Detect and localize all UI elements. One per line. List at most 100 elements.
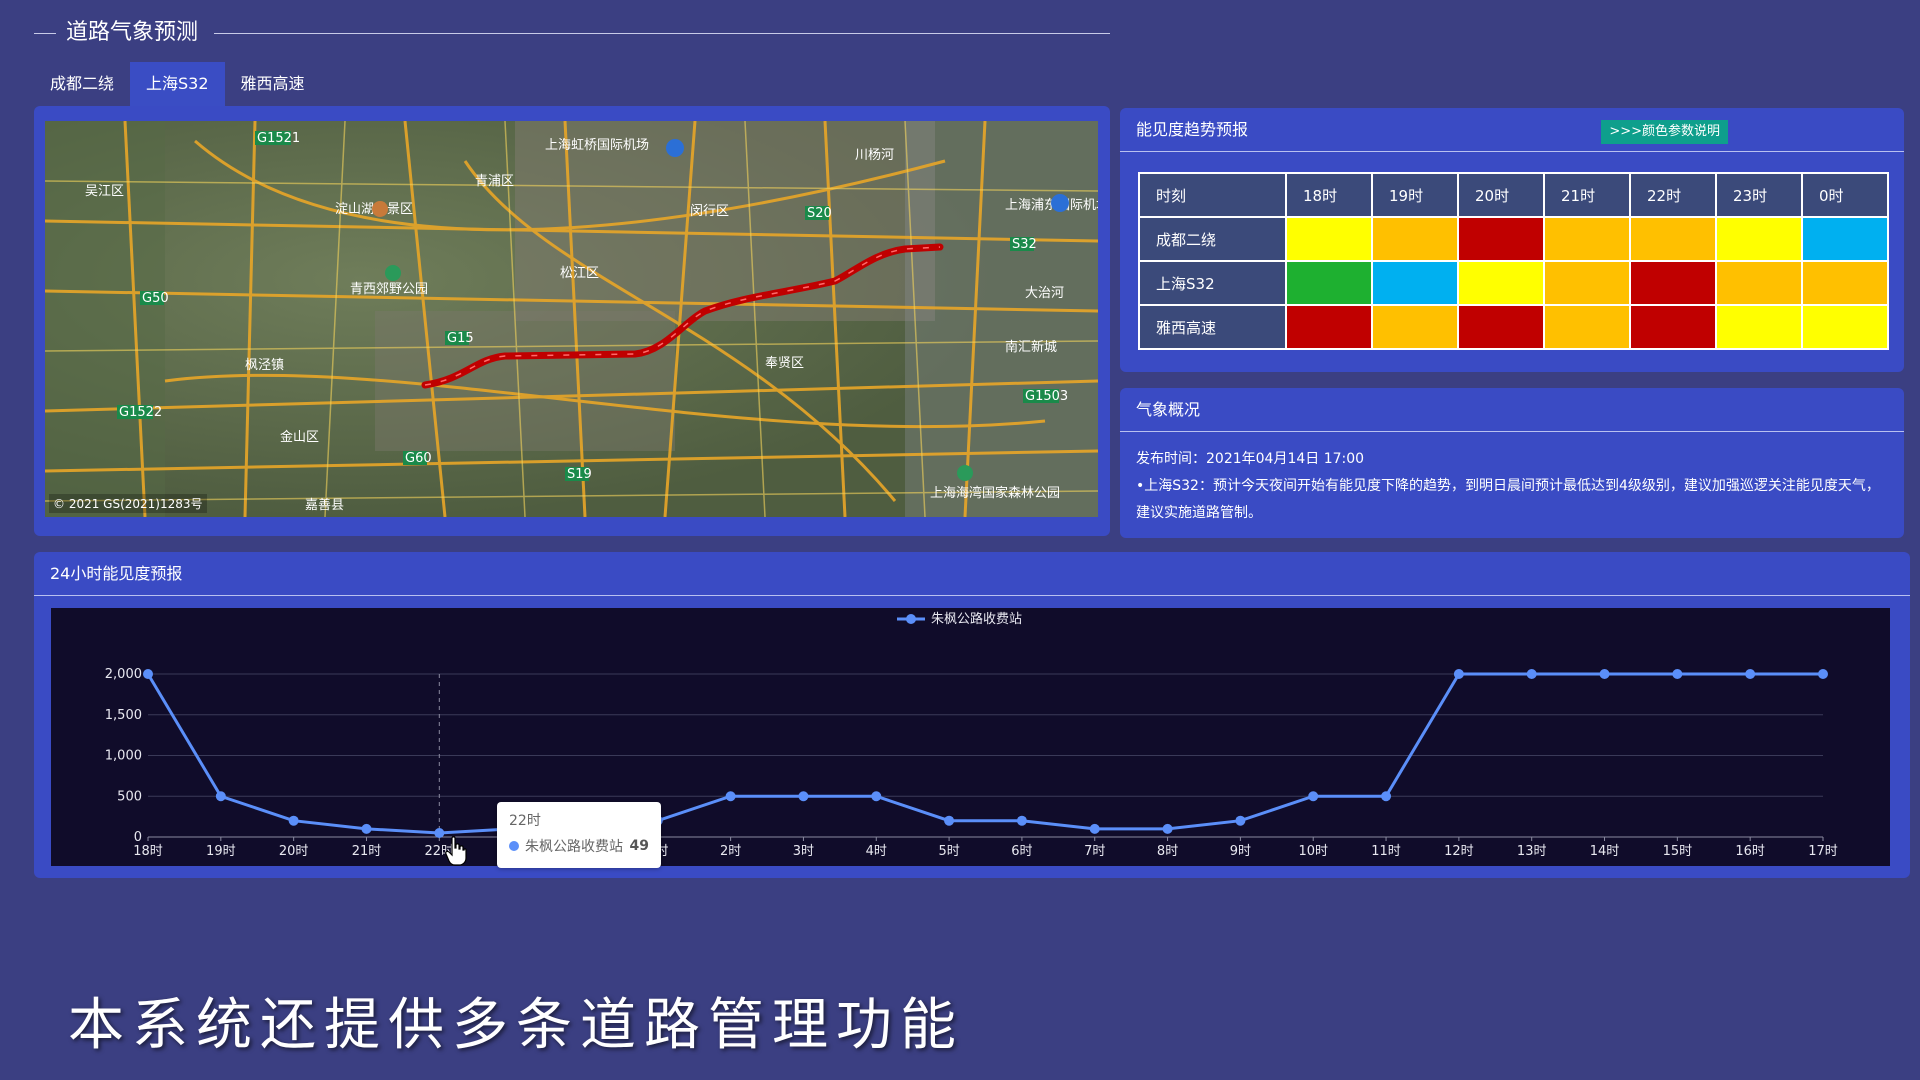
x-tick-label: 11时 xyxy=(1371,844,1401,859)
sea-area xyxy=(905,121,1098,517)
park-icon xyxy=(385,265,401,281)
header-divider-left xyxy=(34,33,56,34)
scenic-spot-icon xyxy=(372,201,388,217)
x-tick-label: 7时 xyxy=(1084,844,1105,859)
svg-text:S19: S19 xyxy=(567,467,592,482)
tab-chengdu[interactable]: 成都二绕 xyxy=(34,62,130,106)
visibility-cell xyxy=(1457,304,1545,350)
series-line xyxy=(146,672,1823,835)
visibility-trend-title: 能见度趋势预报 xyxy=(1136,120,1249,139)
svg-text:G1521: G1521 xyxy=(257,131,300,146)
visibility-cell xyxy=(1457,216,1545,262)
table-hour-header: 22时 xyxy=(1629,172,1717,218)
data-point xyxy=(361,823,372,834)
weather-summary-panel: 气象概况 发布时间：2021年04月14日 17:00 •上海S32：预计今天夜… xyxy=(1120,388,1904,538)
map-label: 青浦区 xyxy=(475,174,514,189)
x-tick-label: 4时 xyxy=(866,844,887,859)
park-icon xyxy=(957,465,973,481)
visibility-trend-header: 能见度趋势预报 >>>颜色参数说明 xyxy=(1120,108,1904,152)
map-label: 金山区 xyxy=(280,429,319,445)
chart-tooltip: 22时 朱枫公路收费站 49 xyxy=(497,802,661,868)
data-point xyxy=(143,669,153,679)
y-tick-label: 1,500 xyxy=(105,708,142,723)
data-point xyxy=(288,815,299,826)
visibility-cell xyxy=(1285,216,1373,262)
map-label: 奉贤区 xyxy=(765,356,804,371)
data-point xyxy=(1453,669,1464,679)
visibility-table: 时刻 18时 19时 20时 21时 22时 23时 0时 成都二绕 上海S32… xyxy=(1138,172,1889,350)
data-point xyxy=(1672,669,1683,679)
visibility-cell xyxy=(1801,216,1889,262)
data-point xyxy=(1381,791,1392,802)
visibility-cell xyxy=(1715,216,1803,262)
svg-text:S20: S20 xyxy=(807,206,832,221)
weather-forecast-text: •上海S32：预计今天夜间开始有能见度下降的趋势，到明日晨间预计最低达到4级级别… xyxy=(1136,478,1880,521)
farmland-area xyxy=(45,121,165,517)
satellite-map[interactable]: 吴江区 青浦区 闵行区 松江区 奉贤区 上海虹桥国际机场 川杨河 上海浦东国际机… xyxy=(45,121,1098,517)
chart-canvas: 05001,0001,5002,00018时19时20时21时22时23时0时1… xyxy=(105,611,1838,859)
tab-shanghai-s32[interactable]: 上海S32 xyxy=(130,62,225,106)
data-point xyxy=(944,815,955,826)
urban-area xyxy=(375,311,675,451)
table-row: 上海S32 xyxy=(1138,260,1889,306)
x-tick-label: 18时 xyxy=(133,844,163,859)
table-hour-header: 20时 xyxy=(1457,172,1545,218)
data-point xyxy=(1235,815,1246,826)
y-tick-label: 1,000 xyxy=(105,749,142,764)
x-tick-label: 14时 xyxy=(1590,844,1620,859)
visibility-cell xyxy=(1457,260,1545,306)
x-tick-label: 8时 xyxy=(1157,844,1178,859)
line-chart[interactable]: 05001,0001,5002,00018时19时20时21时22时23时0时1… xyxy=(51,608,1890,868)
visibility-cell xyxy=(1715,260,1803,306)
table-hour-header: 19时 xyxy=(1371,172,1459,218)
table-hour-header: 18时 xyxy=(1285,172,1373,218)
table-road-name: 上海S32 xyxy=(1138,260,1287,306)
weather-summary-header: 气象概况 xyxy=(1120,388,1904,432)
svg-text:G1522: G1522 xyxy=(119,405,162,420)
tooltip-series-name: 朱枫公路收费站 xyxy=(525,839,623,855)
x-tick-label: 3时 xyxy=(793,844,814,859)
map-label: 吴江区 xyxy=(85,184,124,199)
map-panel: 吴江区 青浦区 闵行区 松江区 奉贤区 上海虹桥国际机场 川杨河 上海浦东国际机… xyxy=(34,106,1110,536)
data-point xyxy=(1599,669,1610,679)
table-hour-header: 0时 xyxy=(1801,172,1889,218)
x-tick-label: 17时 xyxy=(1808,844,1838,859)
y-tick-label: 2,000 xyxy=(105,667,142,682)
visibility-cell xyxy=(1629,260,1717,306)
legend-marker xyxy=(906,614,916,624)
svg-text:S32: S32 xyxy=(1012,237,1037,252)
table-header-label: 时刻 xyxy=(1138,172,1287,218)
tab-yaxi[interactable]: 雅西高速 xyxy=(225,62,321,106)
visibility-cell xyxy=(1285,304,1373,350)
legend-label: 朱枫公路收费站 xyxy=(931,611,1022,627)
data-point xyxy=(1089,823,1100,834)
table-row: 雅西高速 xyxy=(1138,304,1889,350)
data-point xyxy=(1745,669,1756,679)
table-road-name: 雅西高速 xyxy=(1138,304,1287,350)
visibility-cell xyxy=(1543,260,1631,306)
data-point xyxy=(1818,669,1828,679)
hand-cursor-icon xyxy=(445,836,467,866)
data-point xyxy=(1308,791,1319,802)
forecast-chart-panel: 24小时能见度预报 0 500 1,000 1,500 2,000 18时 19时 20时 21… xyxy=(34,552,1910,878)
map-label: 松江区 xyxy=(560,266,599,281)
visibility-cell xyxy=(1715,304,1803,350)
visibility-cell xyxy=(1371,260,1459,306)
x-tick-label: 19时 xyxy=(206,844,236,859)
tooltip-value: 49 xyxy=(629,838,649,854)
page-title: 道路气象预测 xyxy=(66,20,199,45)
map-canvas: 吴江区 青浦区 闵行区 松江区 奉贤区 上海虹桥国际机场 川杨河 上海浦东国际机… xyxy=(45,121,1098,517)
visibility-cell xyxy=(1371,304,1459,350)
visibility-cell xyxy=(1629,216,1717,262)
map-copyright: © 2021 GS(2021)1283号 xyxy=(49,494,207,513)
svg-text:G50: G50 xyxy=(142,291,169,306)
data-point xyxy=(871,791,882,802)
data-point xyxy=(798,791,809,802)
data-point xyxy=(215,791,226,802)
publish-time-value: 2021年04月14日 17:00 xyxy=(1206,451,1365,467)
svg-text:G15: G15 xyxy=(447,331,474,346)
x-tick-label: 5时 xyxy=(938,844,959,859)
color-legend-button[interactable]: >>>颜色参数说明 xyxy=(1601,120,1728,144)
x-tick-label: 2时 xyxy=(720,844,741,859)
forecast-chart-header: 24小时能见度预报 xyxy=(34,552,1910,596)
